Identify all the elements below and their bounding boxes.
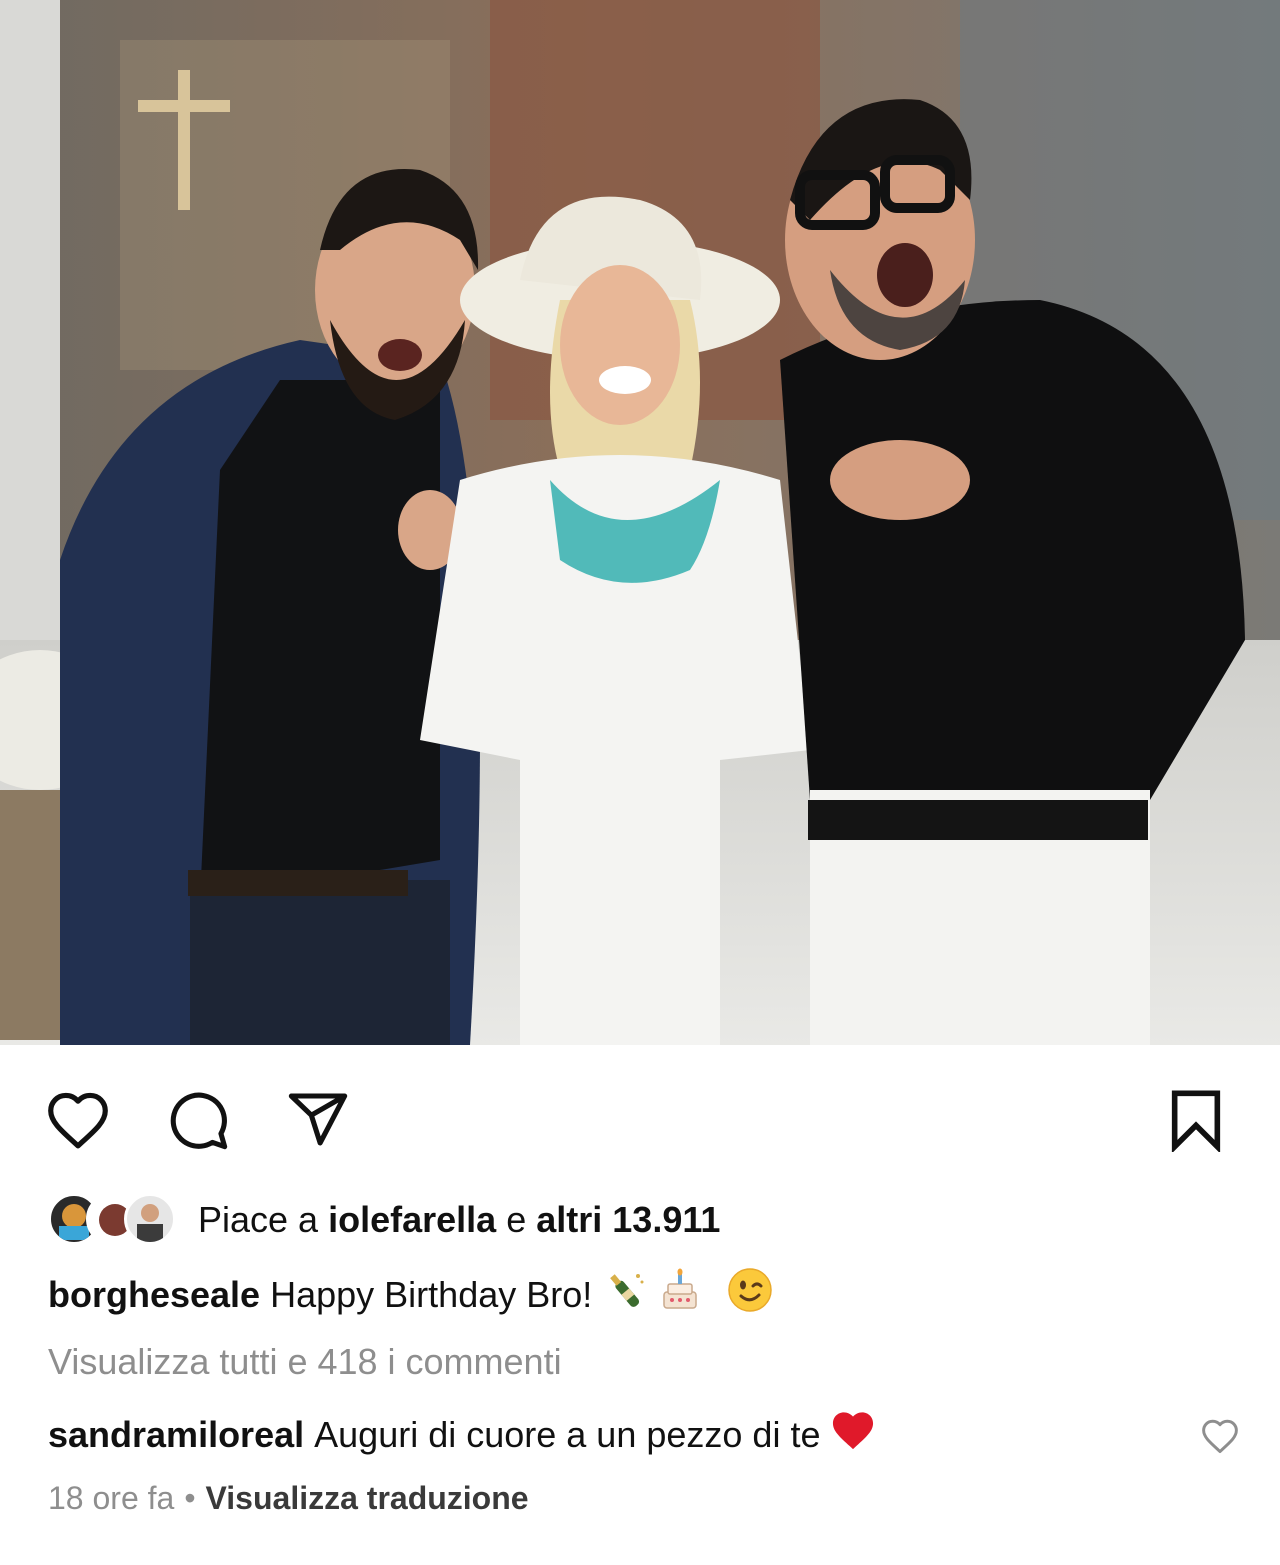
view-translation-link[interactable]: Visualizza traduzione bbox=[206, 1480, 529, 1516]
caption-username[interactable]: borgheseale bbox=[48, 1273, 260, 1317]
avatar bbox=[124, 1193, 176, 1245]
champagne-icon bbox=[602, 1268, 646, 1322]
comment: sandramiloreal Auguri di cuore a un pezz… bbox=[48, 1410, 1238, 1460]
likes-row[interactable]: Piace a iolefarella e altri 13.911 bbox=[48, 1190, 720, 1250]
heart-outline-icon[interactable] bbox=[38, 1080, 118, 1160]
post-photo-illustration bbox=[0, 0, 1280, 1045]
paper-plane-icon[interactable] bbox=[278, 1080, 358, 1160]
meta-separator: • bbox=[184, 1480, 196, 1516]
comment-text: Auguri di cuore a un pezzo di te bbox=[314, 1414, 821, 1455]
comment-meta: 18 ore fa • Visualizza traduzione bbox=[48, 1476, 529, 1520]
caption-text: Happy Birthday Bro! bbox=[270, 1274, 593, 1315]
comment-like-heart-icon[interactable] bbox=[1196, 1412, 1244, 1460]
comment-timestamp: 18 ore fa bbox=[48, 1480, 175, 1516]
likes-middle: e bbox=[506, 1199, 527, 1240]
speech-bubble-icon[interactable] bbox=[158, 1080, 238, 1160]
view-all-comments-link[interactable]: Visualizza tutti e 418 i commenti bbox=[48, 1340, 562, 1384]
bookmark-outline-icon[interactable] bbox=[1156, 1080, 1236, 1160]
liker-username[interactable]: iolefarella bbox=[328, 1199, 496, 1240]
liker-avatars bbox=[48, 1192, 180, 1248]
likes-text: Piace a iolefarella e altri 13.911 bbox=[198, 1200, 720, 1240]
likes-prefix: Piace a bbox=[198, 1199, 319, 1240]
post-actions bbox=[0, 1080, 1280, 1160]
birthday-cake-icon bbox=[656, 1266, 704, 1324]
red-heart-icon bbox=[830, 1409, 876, 1461]
caption: borgheseale Happy Birthday Bro! bbox=[48, 1268, 774, 1322]
winking-face-icon bbox=[726, 1266, 774, 1324]
post-photo[interactable] bbox=[0, 0, 1280, 1045]
likes-count[interactable]: altri 13.911 bbox=[536, 1199, 720, 1240]
comment-username[interactable]: sandramiloreal bbox=[48, 1413, 304, 1457]
